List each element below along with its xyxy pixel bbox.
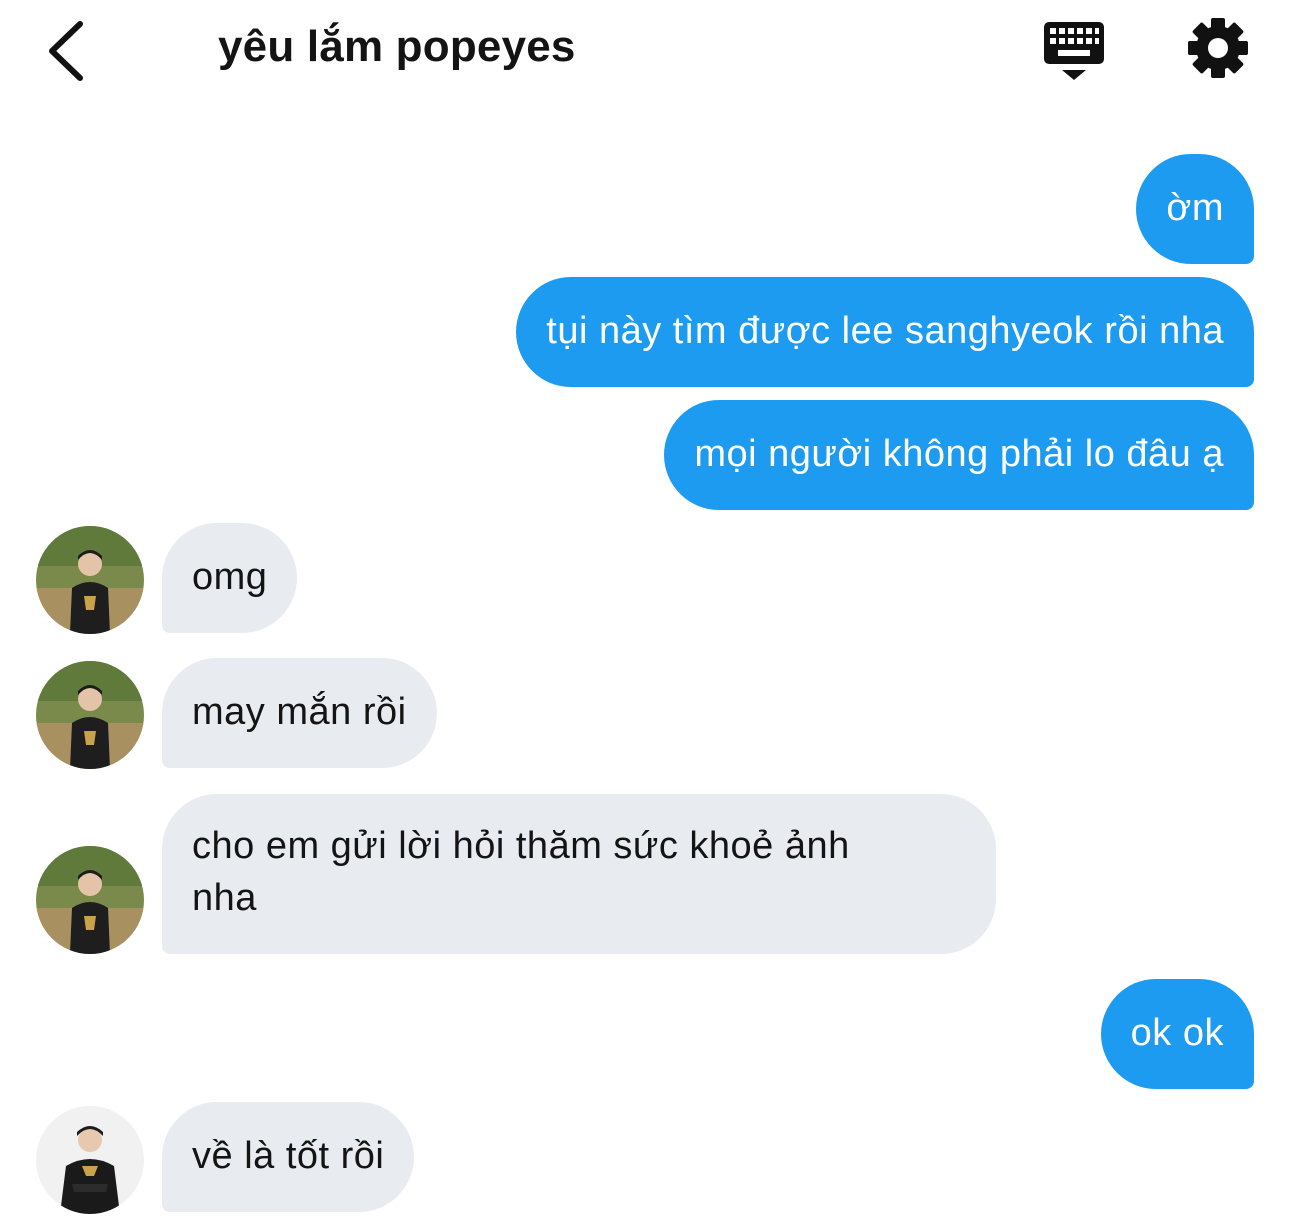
message-incoming[interactable]: omg [162,523,298,633]
message-incoming[interactable]: may mắn rồi [162,658,437,768]
avatar[interactable] [36,526,144,634]
chat-screen: yêu lắm popeyes ờm tụi này tìm được lee … [0,0,1290,1224]
avatar[interactable] [36,1106,144,1214]
back-chevron-icon [49,21,83,81]
keyboard-button[interactable] [1040,18,1108,84]
chat-header: yêu lắm popeyes [0,0,1290,110]
back-button[interactable] [38,18,98,84]
message-line: cho em gửi lời hỏi thăm sức khoẻ ảnh [192,825,850,867]
keyboard-icon [1044,22,1104,80]
settings-button[interactable] [1186,16,1250,80]
gear-icon [1188,18,1248,78]
message-outgoing[interactable]: tụi này tìm được lee sanghyeok rồi nha [516,277,1254,387]
avatar[interactable] [36,661,144,769]
avatar[interactable] [36,846,144,954]
conversation-title: yêu lắm popeyes [218,22,576,71]
message-incoming[interactable]: cho em gửi lời hỏi thăm sức khoẻ ảnh nha [162,794,996,954]
message-outgoing[interactable]: mọi người không phải lo đâu ạ [664,400,1254,510]
message-line: nha [192,877,257,919]
message-outgoing[interactable]: ok ok [1100,979,1254,1089]
message-incoming[interactable]: về là tốt rồi [162,1102,415,1212]
message-outgoing[interactable]: ờm [1136,154,1254,264]
